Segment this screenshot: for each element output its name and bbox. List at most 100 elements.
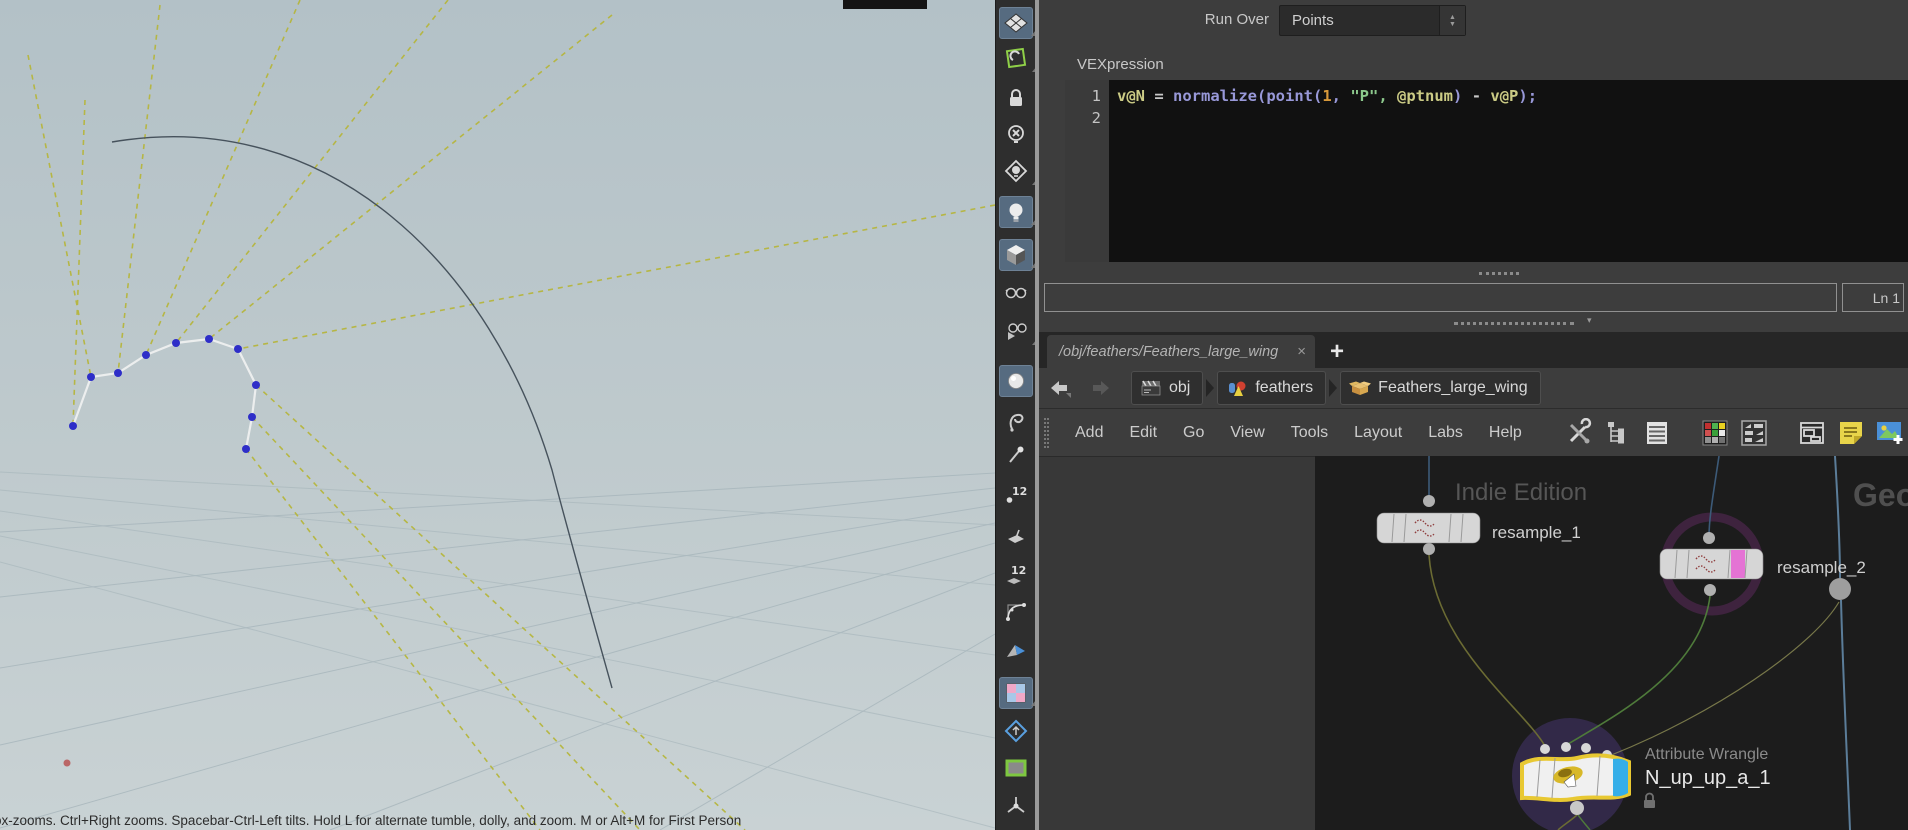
point-markers-icon[interactable] xyxy=(999,440,1033,472)
input-connector[interactable] xyxy=(1540,744,1550,754)
code-lines[interactable]: v@N = normalize(point(1, "P", @ptnum) - … xyxy=(1109,80,1908,262)
template-flag[interactable] xyxy=(1731,550,1745,578)
right-pane: Run Over Points ▲ ▼ VEXpression 1 2 v@N … xyxy=(1039,0,1908,830)
lights-off-icon[interactable] xyxy=(999,118,1033,150)
tab-close-icon[interactable]: × xyxy=(1293,343,1315,360)
materials-playback-icon[interactable] xyxy=(999,315,1033,347)
menu-grip[interactable] xyxy=(1044,418,1049,448)
scroll-more-icon[interactable] xyxy=(999,824,1033,830)
network-tab-bar: /obj/feathers/Feathers_large_wing × + xyxy=(1039,332,1908,368)
new-tab-button[interactable]: + xyxy=(1322,335,1352,368)
visualizers-icon[interactable] xyxy=(999,677,1033,709)
particle-axes-icon[interactable] xyxy=(999,790,1033,822)
code-token: ); xyxy=(1518,87,1537,105)
back-button[interactable] xyxy=(1045,375,1077,401)
display-hooks-icon[interactable] xyxy=(999,406,1033,438)
output-connector[interactable] xyxy=(1423,543,1435,555)
headlight-only-icon[interactable] xyxy=(999,155,1033,187)
group-overlay-icon[interactable] xyxy=(999,752,1033,784)
horizontal-scrollbar[interactable] xyxy=(1044,283,1837,312)
color-palette-icon[interactable] xyxy=(1699,417,1731,449)
node-wires xyxy=(1429,456,1850,830)
network-tab[interactable]: /obj/feathers/Feathers_large_wing × xyxy=(1047,335,1315,368)
dropdown-spinner[interactable]: ▲ ▼ xyxy=(1439,6,1465,35)
pane-resize-grip[interactable] xyxy=(1454,322,1574,325)
tools-icon[interactable] xyxy=(1563,417,1595,449)
menu-go[interactable]: Go xyxy=(1183,424,1204,442)
breadcrumb-label: obj xyxy=(1169,379,1190,397)
sticky-note-icon[interactable] xyxy=(1835,417,1867,449)
svg-text:12: 12 xyxy=(1011,564,1026,577)
menu-help[interactable]: Help xyxy=(1489,424,1522,442)
origin-marker xyxy=(64,760,71,767)
code-token: = xyxy=(1145,87,1173,105)
menu-layout[interactable]: Layout xyxy=(1354,424,1402,442)
houdini-window: { "viewport": { "status_text": "ox-zooms… xyxy=(0,0,1908,830)
desktop-panes-icon[interactable] xyxy=(1796,417,1828,449)
clapperboard-icon xyxy=(1140,378,1162,398)
spin-down-icon: ▼ xyxy=(1449,21,1456,28)
smooth-shaded-icon[interactable] xyxy=(999,365,1033,397)
materials-icon[interactable] xyxy=(999,276,1033,308)
tree-view-icon[interactable] xyxy=(1602,417,1634,449)
code-token: 1 xyxy=(1322,87,1331,105)
hull-display-icon[interactable] xyxy=(999,596,1033,628)
network-left-margin[interactable] xyxy=(1039,456,1315,830)
output-connector[interactable] xyxy=(1704,584,1716,596)
viewport-help-text: ox-zooms. Ctrl+Right zooms. Spacebar-Ctr… xyxy=(0,813,741,828)
primitive-normals-icon[interactable] xyxy=(999,636,1033,668)
normal-lighting-icon[interactable] xyxy=(999,196,1033,228)
line-number-gutter: 1 2 xyxy=(1065,80,1109,262)
input-connector[interactable] xyxy=(1561,742,1571,752)
code-token: "P", xyxy=(1350,87,1397,105)
output-connector[interactable] xyxy=(1570,801,1584,815)
point-numbers-icon[interactable]: 12 xyxy=(999,479,1033,511)
menu-view[interactable]: View xyxy=(1230,424,1264,442)
network-dot[interactable] xyxy=(1829,578,1851,600)
primitive-markers-icon[interactable] xyxy=(999,520,1033,552)
display-flag[interactable] xyxy=(1613,759,1628,797)
run-over-label: Run Over xyxy=(1159,11,1269,28)
vex-code-editor[interactable]: 1 2 v@N = normalize(point(1, "P", @ptnum… xyxy=(1065,80,1908,262)
code-token: ) xyxy=(1453,87,1462,105)
run-over-dropdown[interactable]: Points ▲ ▼ xyxy=(1279,5,1466,36)
input-connector[interactable] xyxy=(1423,495,1435,507)
forward-button[interactable] xyxy=(1083,375,1115,401)
line-number-2: 2 xyxy=(1065,107,1101,129)
breadcrumb-label: feathers xyxy=(1255,379,1313,397)
layout-tiles-icon[interactable] xyxy=(1738,417,1770,449)
editor-scrollbar-row: Ln 1 xyxy=(1044,283,1904,312)
viewport-camera-strip[interactable] xyxy=(843,0,927,9)
input-connector[interactable] xyxy=(1581,743,1591,753)
breadcrumb-item-obj[interactable]: obj xyxy=(1131,371,1203,405)
add-image-icon[interactable] xyxy=(1874,417,1906,449)
caret-down-icon[interactable]: ▾ xyxy=(1587,315,1592,326)
box-icon xyxy=(1349,378,1371,398)
lock-icon[interactable] xyxy=(999,82,1033,114)
run-over-value: Points xyxy=(1280,12,1439,29)
menu-add[interactable]: Add xyxy=(1075,424,1103,442)
menu-tools[interactable]: Tools xyxy=(1291,424,1328,442)
pane-resize-grip[interactable] xyxy=(1479,272,1519,275)
display-options-toolbar: 12 12 xyxy=(995,0,1035,830)
breadcrumb-item-wing[interactable]: Feathers_large_wing xyxy=(1340,371,1540,405)
node-label: resample_1 xyxy=(1492,523,1581,542)
high-quality-shading-icon[interactable] xyxy=(999,239,1033,271)
menu-labs[interactable]: Labs xyxy=(1428,424,1463,442)
vexpression-label: VEXpression xyxy=(1077,56,1164,73)
line-number-1: 1 xyxy=(1065,85,1101,107)
primitive-numbers-icon[interactable]: 12 xyxy=(999,558,1033,590)
snapping-icon[interactable] xyxy=(999,42,1033,74)
svg-text:12: 12 xyxy=(1012,485,1027,498)
spin-up-icon: ▲ xyxy=(1449,14,1456,21)
input-connector[interactable] xyxy=(1703,532,1715,544)
network-canvas[interactable]: Indie Edition Geo resampl xyxy=(1315,456,1908,830)
breadcrumb-item-feathers[interactable]: feathers xyxy=(1217,371,1326,405)
scene-viewport[interactable]: ox-zooms. Ctrl+Right zooms. Spacebar-Ctr… xyxy=(0,0,995,830)
viewport-layout-icon[interactable] xyxy=(999,7,1033,39)
list-view-icon[interactable] xyxy=(1641,417,1673,449)
network-menu-bar: Add Edit Go View Tools Layout Labs Help xyxy=(1039,408,1908,456)
tab-title: /obj/feathers/Feathers_large_wing xyxy=(1047,344,1293,360)
menu-edit[interactable]: Edit xyxy=(1129,424,1157,442)
view-gizmo-icon[interactable] xyxy=(999,715,1033,747)
